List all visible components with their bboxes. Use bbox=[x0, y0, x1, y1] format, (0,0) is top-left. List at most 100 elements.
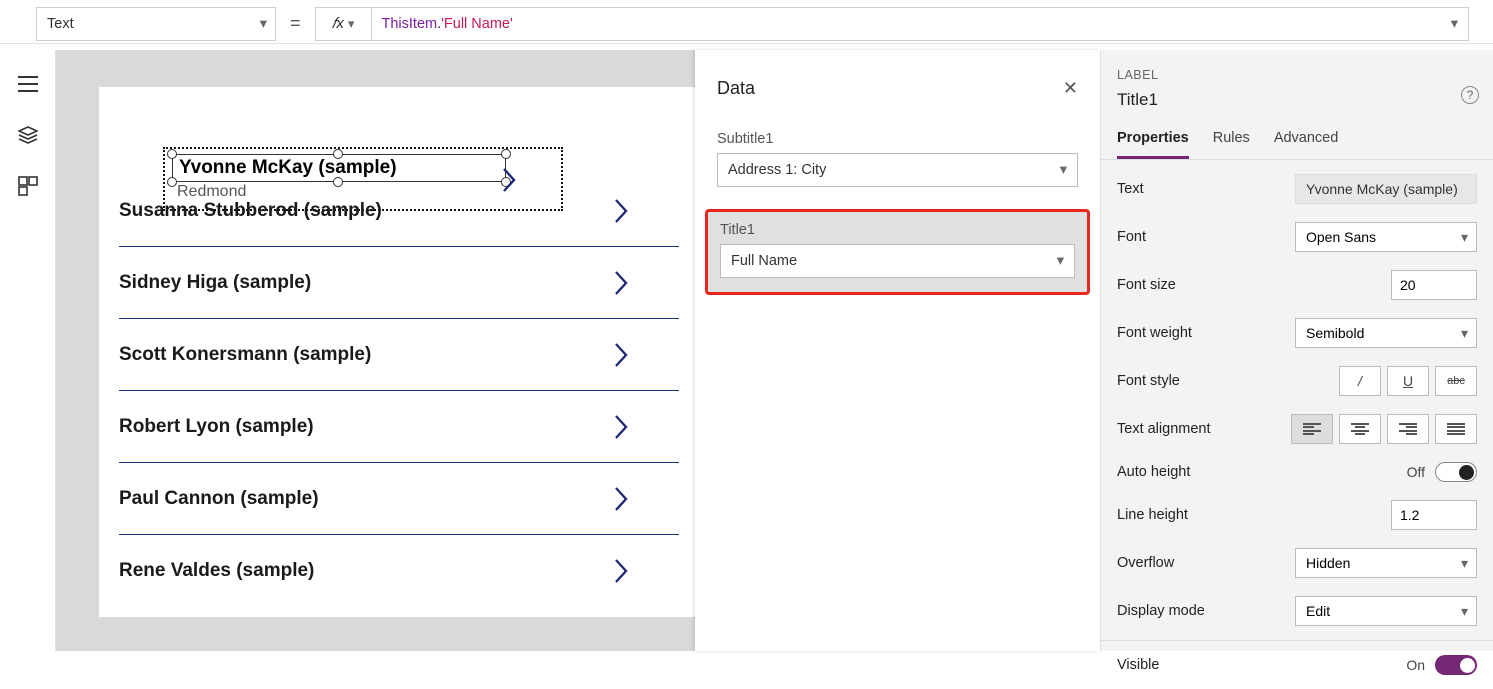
prop-font-value: Open Sans bbox=[1306, 229, 1376, 245]
properties-panel: LABEL ? Title1 Properties Rules Advanced… bbox=[1100, 50, 1493, 651]
chevron-down-icon: ▾ bbox=[1451, 16, 1458, 32]
chevron-right-icon[interactable] bbox=[613, 198, 629, 224]
prop-fontstyle-label: Font style bbox=[1117, 373, 1180, 389]
prop-displaymode-label: Display mode bbox=[1117, 603, 1205, 619]
chevron-down-icon: ▾ bbox=[1060, 162, 1067, 178]
prop-visible-label: Visible bbox=[1117, 657, 1159, 673]
gallery-item-title: Susanna Stubberod (sample) bbox=[119, 200, 382, 222]
property-selector-value: Text bbox=[47, 16, 74, 32]
tab-rules[interactable]: Rules bbox=[1213, 124, 1250, 159]
data-panel-title: Data bbox=[717, 78, 755, 99]
toggle-state-label: Off bbox=[1407, 464, 1425, 480]
gallery-item-title: Scott Konersmann (sample) bbox=[119, 344, 371, 366]
title1-select[interactable]: Full Name ▾ bbox=[720, 244, 1075, 278]
prop-fontweight-select[interactable]: Semibold ▾ bbox=[1295, 318, 1477, 348]
prop-textalign-label: Text alignment bbox=[1117, 421, 1211, 437]
fx-button[interactable]: 𝑓x ▾ bbox=[315, 7, 371, 41]
subtitle1-value: Address 1: City bbox=[728, 162, 826, 178]
gallery-item-title: Robert Lyon (sample) bbox=[119, 416, 314, 438]
layers-icon[interactable] bbox=[18, 126, 38, 142]
toggle-state-label: On bbox=[1406, 657, 1425, 673]
close-icon[interactable]: ✕ bbox=[1063, 78, 1078, 99]
chevron-down-icon: ▾ bbox=[1461, 603, 1468, 620]
resize-handle[interactable] bbox=[333, 149, 343, 159]
prop-displaymode-value: Edit bbox=[1306, 603, 1330, 619]
prop-fontsize-label: Font size bbox=[1117, 277, 1176, 293]
formula-bar: Text ▾ = 𝑓x ▾ ThisItem.'Full Name' ▾ bbox=[0, 4, 1493, 44]
data-panel: Data ✕ Subtitle1 Address 1: City ▾ Title… bbox=[695, 50, 1100, 651]
app-preview-frame: Yvonne McKay (sample) Redmond Susanna St… bbox=[99, 87, 699, 617]
hamburger-icon[interactable] bbox=[18, 76, 38, 92]
subtitle1-select[interactable]: Address 1: City ▾ bbox=[717, 153, 1078, 187]
chevron-down-icon: ▾ bbox=[348, 16, 355, 32]
chevron-down-icon: ▾ bbox=[1461, 555, 1468, 572]
resize-handle[interactable] bbox=[167, 149, 177, 159]
chevron-down-icon: ▾ bbox=[1057, 253, 1064, 269]
title1-label: Title1 bbox=[720, 220, 1075, 244]
left-rail bbox=[0, 50, 56, 651]
underline-button[interactable]: U bbox=[1387, 366, 1429, 396]
gallery-item[interactable]: Rene Valdes (sample) bbox=[119, 535, 679, 607]
fx-icon: 𝑓x bbox=[332, 15, 344, 32]
align-left-button[interactable] bbox=[1291, 414, 1333, 444]
toggle-switch-off[interactable] bbox=[1435, 462, 1477, 482]
help-icon[interactable]: ? bbox=[1461, 86, 1479, 104]
strikethrough-button[interactable]: abc bbox=[1435, 366, 1477, 396]
gallery-item[interactable]: Scott Konersmann (sample) bbox=[119, 319, 679, 391]
gallery-item[interactable]: Sidney Higa (sample) bbox=[119, 247, 679, 319]
prop-overflow-value: Hidden bbox=[1306, 555, 1350, 571]
toggle-switch-on[interactable] bbox=[1435, 655, 1477, 675]
prop-overflow-select[interactable]: Hidden ▾ bbox=[1295, 548, 1477, 578]
formula-token-thisitem: ThisItem bbox=[382, 16, 438, 32]
gallery-item-title: Rene Valdes (sample) bbox=[119, 560, 314, 582]
gallery-item[interactable]: Paul Cannon (sample) bbox=[119, 463, 679, 535]
title1-value: Full Name bbox=[731, 253, 797, 269]
formula-token-member: 'Full Name' bbox=[441, 16, 513, 32]
subtitle1-label: Subtitle1 bbox=[695, 109, 1100, 153]
gallery-item-title: Paul Cannon (sample) bbox=[119, 488, 319, 510]
prop-fontweight-label: Font weight bbox=[1117, 325, 1192, 341]
formula-input[interactable]: ThisItem.'Full Name' ▾ bbox=[371, 7, 1469, 41]
prop-lineheight-input[interactable] bbox=[1391, 500, 1477, 530]
chevron-right-icon[interactable] bbox=[613, 342, 629, 368]
chevron-right-icon[interactable] bbox=[613, 414, 629, 440]
prop-autoheight-toggle[interactable]: Off bbox=[1407, 462, 1477, 482]
align-center-button[interactable] bbox=[1339, 414, 1381, 444]
tab-properties[interactable]: Properties bbox=[1117, 124, 1189, 159]
prop-fontstyle-buttons: / U abc bbox=[1339, 366, 1477, 396]
canvas-area[interactable]: Yvonne McKay (sample) Redmond Susanna St… bbox=[56, 50, 1100, 651]
chevron-down-icon: ▾ bbox=[1461, 229, 1468, 246]
prop-overflow-label: Overflow bbox=[1117, 555, 1174, 571]
prop-visible-toggle[interactable]: On bbox=[1406, 655, 1477, 675]
tab-advanced[interactable]: Advanced bbox=[1274, 124, 1339, 159]
chevron-right-icon[interactable] bbox=[613, 270, 629, 296]
prop-displaymode-select[interactable]: Edit ▾ bbox=[1295, 596, 1477, 626]
align-justify-button[interactable] bbox=[1435, 414, 1477, 444]
properties-tabs: Properties Rules Advanced bbox=[1101, 124, 1493, 160]
control-kind-label: LABEL bbox=[1101, 50, 1493, 82]
control-name: Title1 bbox=[1101, 82, 1493, 124]
prop-textalign-buttons bbox=[1291, 414, 1477, 444]
prop-text-value-text: Yvonne McKay (sample) bbox=[1306, 181, 1458, 197]
title1-highlight-block: Title1 Full Name ▾ bbox=[705, 209, 1090, 295]
gallery-item[interactable]: Robert Lyon (sample) bbox=[119, 391, 679, 463]
gallery-item[interactable]: Susanna Stubberod (sample) bbox=[119, 175, 679, 247]
components-icon[interactable] bbox=[18, 176, 38, 192]
italic-button[interactable]: / bbox=[1339, 366, 1381, 396]
chevron-down-icon: ▾ bbox=[1461, 325, 1468, 342]
resize-handle[interactable] bbox=[501, 149, 511, 159]
prop-font-select[interactable]: Open Sans ▾ bbox=[1295, 222, 1477, 252]
prop-autoheight-label: Auto height bbox=[1117, 464, 1190, 480]
chevron-right-icon[interactable] bbox=[613, 558, 629, 584]
prop-font-label: Font bbox=[1117, 229, 1146, 245]
property-selector[interactable]: Text ▾ bbox=[36, 7, 276, 41]
chevron-down-icon: ▾ bbox=[260, 16, 267, 32]
equals-sign: = bbox=[290, 13, 301, 34]
align-right-button[interactable] bbox=[1387, 414, 1429, 444]
prop-fontweight-value: Semibold bbox=[1306, 325, 1364, 341]
prop-lineheight-label: Line height bbox=[1117, 507, 1188, 523]
gallery-item-title: Sidney Higa (sample) bbox=[119, 272, 311, 294]
prop-fontsize-input[interactable] bbox=[1391, 270, 1477, 300]
chevron-right-icon[interactable] bbox=[613, 486, 629, 512]
prop-text-value[interactable]: Yvonne McKay (sample) bbox=[1295, 174, 1477, 204]
